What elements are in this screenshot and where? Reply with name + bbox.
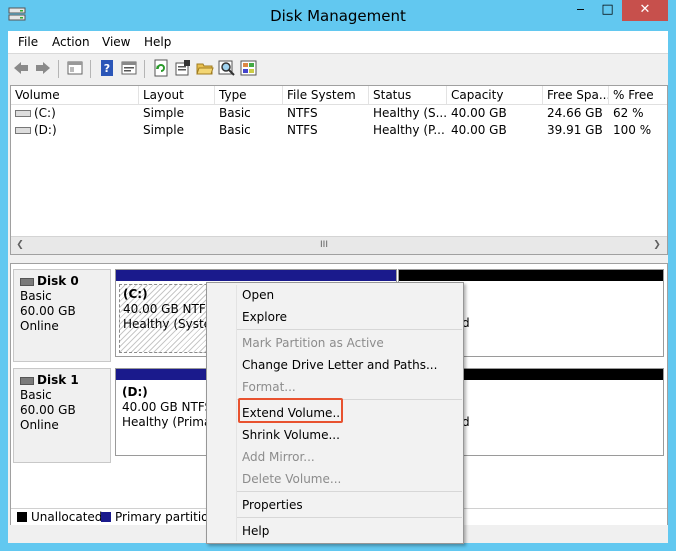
unallocated-bar [399,270,663,281]
toolbar-separator [144,60,145,78]
menu-item-help[interactable]: Help [242,521,269,541]
column-header-capacity[interactable]: Capacity [447,86,543,104]
legend-label-unallocated: Unallocated [31,510,103,524]
file-system-cell: NTFS [287,123,318,137]
horizontal-scrollbar[interactable]: ❮ III ❯ [11,236,667,254]
menu-item-delete-volume: Delete Volume... [242,472,342,486]
title-bar[interactable]: Disk Management ‒ □ ✕ [0,0,676,31]
status-cell: Healthy (P... [373,123,445,137]
disk-0-type: Basic [20,289,52,303]
scroll-left-button[interactable]: ❮ [12,238,28,253]
disk-management-window: Disk Management ‒ □ ✕ File Action View H… [0,0,676,551]
layout-cell: Simple [143,106,184,120]
type-cell: Basic [219,106,251,120]
status-cell: Healthy (S... [373,106,447,120]
capacity-cell: 40.00 GB [451,123,507,137]
free-space-cell: 24.66 GB [547,106,603,120]
disk-0-name: Disk 0 [37,274,79,288]
volume-cell: (D:) [11,122,139,139]
disk-0-size: 60.00 GB [20,304,76,318]
table-row[interactable]: (C:) Simple Basic NTFS Healthy (S... 40.… [11,105,667,122]
layout-cell: Simple [143,123,184,137]
capacity-cell: 40.00 GB [451,106,507,120]
column-header-volume[interactable]: Volume [11,86,139,104]
disk-1-type: Basic [20,388,52,402]
free-space-cell: 39.91 GB [547,123,603,137]
disk-0-name-row: Disk 0 [20,274,110,289]
column-header-free-space[interactable]: Free Spa... [543,86,609,104]
toolbar-separator [58,60,59,78]
menu-item-explore[interactable]: Explore [242,307,287,327]
back-icon[interactable] [12,59,30,77]
disk-1-size: 60.00 GB [20,403,76,417]
disk-icon [20,277,34,286]
disk-0-label[interactable]: Disk 0 Basic 60.00 GB Online [13,269,111,362]
column-header-type[interactable]: Type [215,86,283,104]
column-header-layout[interactable]: Layout [139,86,215,104]
help-icon[interactable]: ? [98,59,116,77]
disk-1-state: Online [20,418,59,432]
menu-item-shrink-volume[interactable]: Shrink Volume... [242,425,340,445]
primary-partition-bar [116,270,396,281]
close-button[interactable]: ✕ [622,0,668,21]
properties-icon[interactable] [120,59,138,77]
legend-label-primary: Primary partition [115,510,217,524]
menu-action[interactable]: Action [52,35,90,49]
column-header-percent-free[interactable]: % Free [609,86,667,104]
volume-drive-icon [15,127,31,134]
percent-free-cell: 100 % [613,123,652,137]
context-menu-gutter [236,285,237,541]
open-icon[interactable] [196,59,214,77]
volume-name: (C:) [34,106,56,120]
menu-item-format: Format... [242,380,296,394]
percent-free-cell: 62 % [613,106,644,120]
svg-text:?: ? [104,62,110,75]
column-header-status[interactable]: Status [369,86,447,104]
menu-item-mark-active: Mark Partition as Active [242,336,384,350]
disk-1-name: Disk 1 [37,373,79,387]
volume-drive-icon [15,110,31,117]
disk-1-label[interactable]: Disk 1 Basic 60.00 GB Online [13,368,111,463]
disk-icon [20,376,34,385]
menu-separator [237,491,462,492]
menu-item-open[interactable]: Open [242,285,274,305]
column-header-file-system[interactable]: File System [283,86,369,104]
menu-bar: File Action View Help [8,31,668,53]
table-row[interactable]: (D:) Simple Basic NTFS Healthy (P... 40.… [11,122,667,139]
scroll-right-button[interactable]: ❯ [649,238,665,253]
menu-view[interactable]: View [102,35,130,49]
toolbar: ? [8,53,668,84]
maximize-button[interactable]: □ [595,0,620,21]
volume-cell: (C:) [11,105,139,122]
menu-separator [237,517,462,518]
disk-icon[interactable] [240,59,258,77]
type-cell: Basic [219,123,251,137]
minimize-button[interactable]: ‒ [568,0,593,21]
volume-list-header: Volume Layout Type File System Status Ca… [11,86,667,105]
menu-item-change-drive-letter[interactable]: Change Drive Letter and Paths... [242,355,437,375]
volume-name: (D:) [34,123,57,137]
console-icon[interactable] [66,59,84,77]
refresh-icon[interactable] [152,59,170,77]
forward-icon[interactable] [34,59,52,77]
file-system-cell: NTFS [287,106,318,120]
menu-help[interactable]: Help [144,35,171,49]
settings-icon[interactable] [174,59,192,77]
search-icon[interactable] [218,59,236,77]
scroll-thumb-grip[interactable]: III [317,238,331,253]
volume-list[interactable]: Volume Layout Type File System Status Ca… [10,85,668,255]
legend-swatch-unallocated [17,512,27,522]
extend-volume-highlight [238,398,343,423]
menu-file[interactable]: File [18,35,38,49]
legend-swatch-primary [101,512,111,522]
menu-item-properties[interactable]: Properties [242,495,303,515]
menu-separator [237,329,462,330]
disk-1-name-row: Disk 1 [20,373,110,388]
disk-0-state: Online [20,319,59,333]
toolbar-separator [90,60,91,78]
menu-item-add-mirror: Add Mirror... [242,450,315,464]
